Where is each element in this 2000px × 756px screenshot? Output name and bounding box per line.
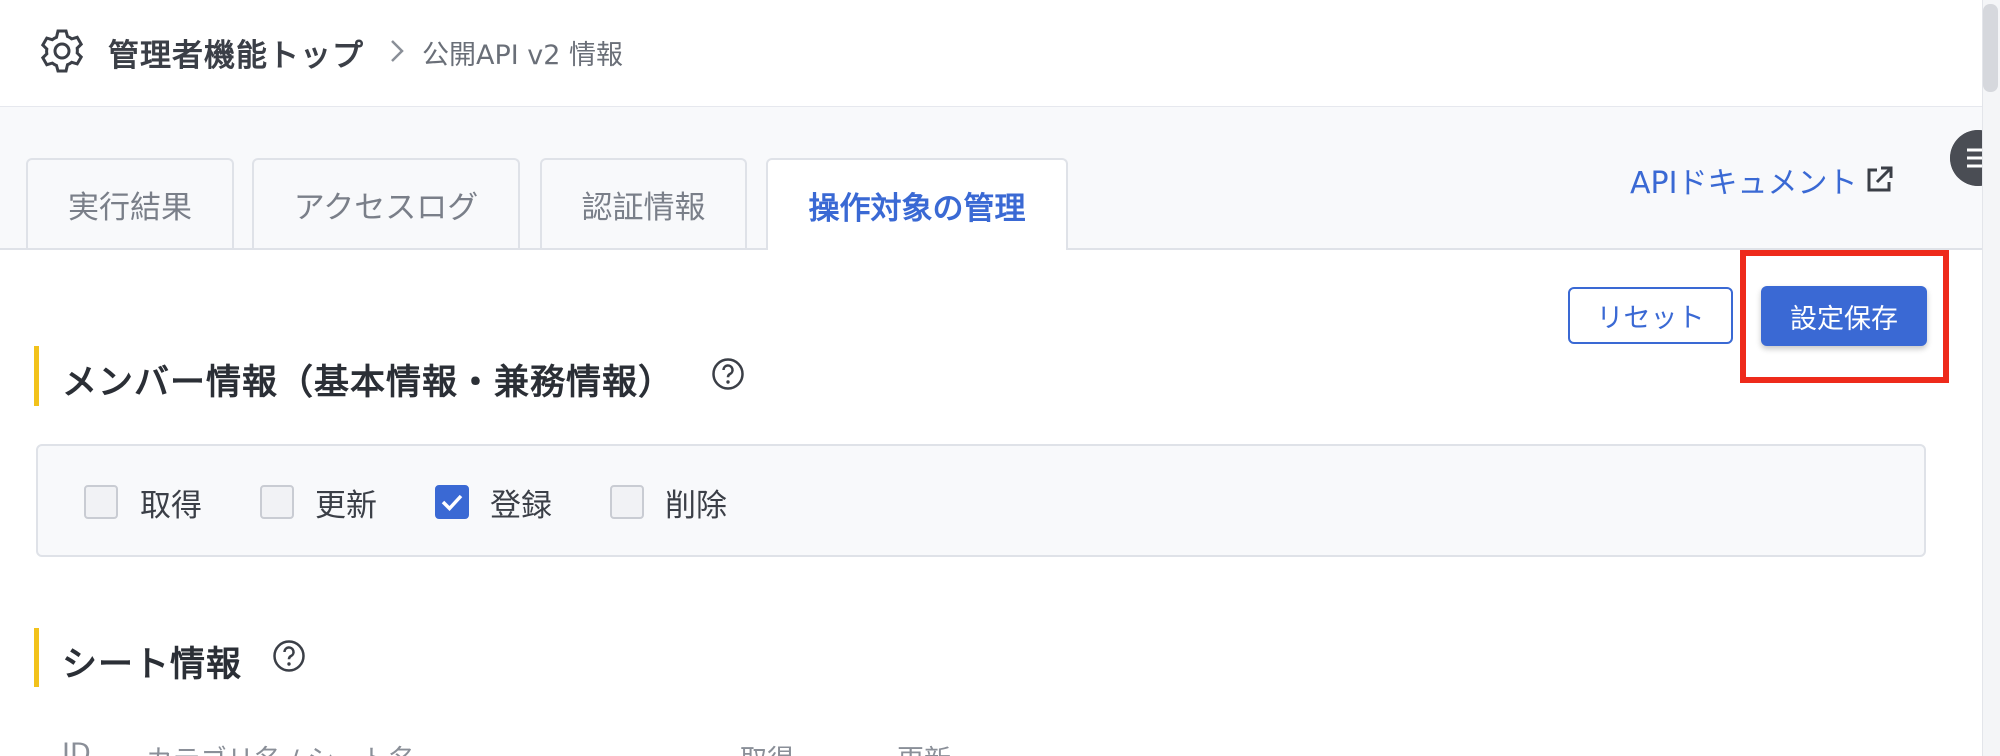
checkbox-delete-label[interactable]: 削除 xyxy=(665,480,727,525)
highlight-box xyxy=(1740,250,1949,383)
breadcrumb-current: 公開API v2 情報 xyxy=(422,40,624,71)
checkbox-register-label[interactable]: 登録 xyxy=(490,480,552,525)
help-icon[interactable] xyxy=(272,639,306,673)
column-header-name: カテゴリ名 / シート名 xyxy=(146,738,415,756)
section-marker xyxy=(34,628,39,687)
checkbox-get[interactable] xyxy=(84,485,118,519)
checkbox-get-label[interactable]: 取得 xyxy=(140,480,202,525)
checkbox-update[interactable] xyxy=(260,485,294,519)
api-document-link[interactable]: APIドキュメント xyxy=(1630,158,1895,202)
section-marker xyxy=(34,346,39,406)
scrollbar[interactable] xyxy=(1982,0,2000,756)
column-header-id: ID xyxy=(62,738,91,756)
tab-access-log[interactable]: アクセスログ xyxy=(252,158,520,248)
help-icon[interactable] xyxy=(711,357,745,391)
tab-target-management[interactable]: 操作対象の管理 xyxy=(766,158,1068,250)
admin-page: 管理者機能トップ 公開API v2 情報 実行結果 アクセスログ 認証情報 操作… xyxy=(0,0,2000,756)
tab-auth-info[interactable]: 認証情報 xyxy=(540,158,747,248)
reset-button[interactable]: リセット xyxy=(1568,287,1733,344)
external-link-icon xyxy=(1867,166,1893,192)
sheet-section-title: シート情報 xyxy=(62,645,243,685)
breadcrumb-root[interactable]: 管理者機能トップ xyxy=(108,30,364,75)
column-header-update: 更新 xyxy=(897,738,951,756)
checkbox-update-label[interactable]: 更新 xyxy=(315,480,377,525)
chevron-right-icon xyxy=(391,40,404,62)
tab-results[interactable]: 実行結果 xyxy=(26,158,234,248)
checkbox-register[interactable] xyxy=(435,485,469,519)
checkmark-icon xyxy=(441,494,463,512)
api-document-label[interactable]: APIドキュメント xyxy=(1630,158,1857,202)
gear-icon[interactable] xyxy=(38,27,86,75)
scrollbar-thumb[interactable] xyxy=(1983,4,1998,92)
member-section-title: メンバー情報（基本情報・兼務情報） xyxy=(62,363,675,403)
column-header-get: 取得 xyxy=(740,738,794,756)
checkbox-delete[interactable] xyxy=(610,485,644,519)
